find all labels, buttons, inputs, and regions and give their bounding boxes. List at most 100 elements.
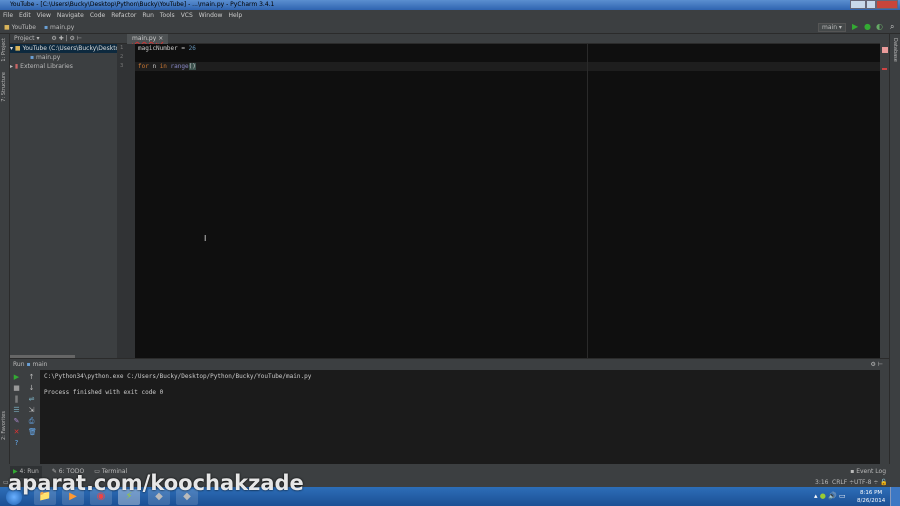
window-title: YouTube - [C:\Users\Bucky\Desktop\Python… xyxy=(10,1,275,8)
python-icon: ▪ xyxy=(26,361,31,368)
library-icon: ▮ xyxy=(14,63,19,70)
code-line-1: magicNumber = 26 xyxy=(135,44,880,53)
clock[interactable]: 8:16 PM 8/26/2014 xyxy=(857,489,885,505)
line-number: 3 xyxy=(120,63,124,69)
project-panel: Project ▾ ⚙ ✚ | ⚙ ⊢ ▾ ■ YouTube (C:\User… xyxy=(10,34,123,358)
clock-date: 8/26/2014 xyxy=(857,498,886,504)
down-arrow-icon[interactable]: ↓ xyxy=(28,385,35,392)
close-button[interactable] xyxy=(876,0,898,9)
menu-tools[interactable]: Tools xyxy=(160,10,175,21)
menu-help[interactable]: Help xyxy=(228,10,242,21)
run-panel-title: Run xyxy=(13,361,25,368)
menu-code[interactable]: Code xyxy=(90,10,105,21)
console-result: Process finished with exit code 0 xyxy=(44,389,164,396)
event-log-icon: ▪ xyxy=(850,468,855,475)
line-gutter: 1 2 3 xyxy=(117,44,135,358)
left-tool-strip: 1: Project 7: Structure 2: Favorites xyxy=(0,34,10,464)
token: for xyxy=(138,63,149,70)
breadcrumb-file-label: main.py xyxy=(50,24,75,31)
project-panel-title[interactable]: Project xyxy=(14,35,35,42)
tree-root-label: YouTube xyxy=(22,45,47,52)
menu-bar: File Edit View Navigate Code Refactor Ru… xyxy=(0,10,900,21)
project-tool-button[interactable]: 1: Project xyxy=(1,38,7,62)
python-file-icon: ▪ xyxy=(30,54,35,61)
clock-time: 8:16 PM xyxy=(860,490,883,496)
project-panel-header: Project ▾ ⚙ ✚ | ⚙ ⊢ xyxy=(10,34,117,44)
tab-label: main.py xyxy=(132,35,157,42)
menu-edit[interactable]: Edit xyxy=(19,10,31,21)
title-bar: YouTube - [C:\Users\Bucky\Desktop\Python… xyxy=(0,0,900,10)
menu-window[interactable]: Window xyxy=(199,10,223,21)
console-toolbar: ↑ ↓ ⇌ ⇲ ⎙ 🗑 xyxy=(25,370,38,464)
menu-refactor[interactable]: Refactor xyxy=(111,10,136,21)
up-arrow-icon[interactable]: ↑ xyxy=(28,374,35,381)
rerun-icon[interactable]: ▶ xyxy=(13,374,20,381)
line-separator-label: CRLF xyxy=(832,479,848,486)
editor-tabs: main.py × xyxy=(117,34,880,44)
help-icon[interactable]: ? xyxy=(13,440,20,447)
layout-icon[interactable]: ☰ xyxy=(13,407,20,414)
breadcrumb-project-label: YouTube xyxy=(11,24,36,31)
minimize-button[interactable] xyxy=(850,0,866,9)
error-mark[interactable] xyxy=(882,68,887,70)
search-icon[interactable]: ⌕ xyxy=(890,22,894,32)
menu-file[interactable]: File xyxy=(3,10,13,21)
watermark: aparat.com/koochakzade xyxy=(8,471,304,495)
print-icon[interactable]: ⎙ xyxy=(28,418,35,425)
breadcrumb-project[interactable]: ■ YouTube xyxy=(4,21,36,33)
menu-run[interactable]: Run xyxy=(142,10,154,21)
run-panel-header: Run ▪ main ⚙ ⊢ xyxy=(10,358,889,370)
maximize-button[interactable] xyxy=(866,0,876,9)
stop-icon[interactable]: ■ xyxy=(13,385,20,392)
right-margin-guide xyxy=(587,44,588,358)
tree-libs-label: External Libraries xyxy=(20,63,73,70)
menu-vcs[interactable]: VCS xyxy=(181,10,193,21)
run-icon[interactable]: ▶ xyxy=(852,22,858,31)
line-number: 2 xyxy=(120,54,124,60)
encoding-label: UTF-8 xyxy=(854,479,872,486)
breadcrumb-file[interactable]: ▪ main.py xyxy=(44,21,74,33)
error-stripe xyxy=(880,44,889,358)
python-file-icon: ▪ xyxy=(44,24,49,31)
database-tool-button[interactable]: Database xyxy=(892,38,898,62)
coverage-icon[interactable]: ◐ xyxy=(876,22,883,31)
tree-file-label: main.py xyxy=(36,54,61,61)
text-cursor-icon: I xyxy=(204,234,207,243)
show-desktop-button[interactable] xyxy=(890,487,900,506)
folder-icon: ■ xyxy=(14,45,21,52)
right-tool-strip: Database xyxy=(889,34,900,464)
code-line-3: for n in range() xyxy=(135,62,880,71)
console-command: C:\Python34\python.exe C:/Users/Bucky/De… xyxy=(44,373,312,380)
trash-icon[interactable]: 🗑 xyxy=(28,429,37,436)
caret-position[interactable]: 3:16 xyxy=(815,478,828,487)
code-editor[interactable]: magicNumber = 26 for n in range() xyxy=(135,44,880,358)
favorites-tool-button[interactable]: 2: Favorites xyxy=(1,411,7,440)
soft-wrap-icon[interactable]: ⇌ xyxy=(28,396,35,403)
lock-icon[interactable]: 🔓 xyxy=(880,478,887,487)
encoding[interactable]: UTF-8 ÷ xyxy=(854,478,878,487)
pause-icon[interactable]: ‖ xyxy=(13,396,20,403)
tab-main-py[interactable]: main.py × xyxy=(127,34,169,44)
tray-icons[interactable]: ▴ ● 🔊 ▭ xyxy=(814,492,846,500)
scroll-end-icon[interactable]: ⇲ xyxy=(28,407,35,414)
close-tab-icon[interactable]: × xyxy=(158,35,163,42)
debug-icon[interactable]: ● xyxy=(864,22,871,31)
menu-view[interactable]: View xyxy=(37,10,51,21)
structure-tool-button[interactable]: 7: Structure xyxy=(1,72,7,102)
close-icon[interactable]: ✕ xyxy=(13,429,20,436)
token: magicNumber xyxy=(138,45,178,52)
console-output[interactable]: C:\Python34\python.exe C:/Users/Bucky/De… xyxy=(40,370,880,464)
pin-icon[interactable]: ✎ xyxy=(13,418,20,425)
token: n xyxy=(148,63,160,70)
error-indicator-icon[interactable] xyxy=(881,47,888,53)
line-separator[interactable]: CRLF ÷ xyxy=(832,478,854,487)
menu-navigate[interactable]: Navigate xyxy=(57,10,84,21)
tree-item-external-libraries[interactable]: ▸ ▮ External Libraries xyxy=(10,62,117,71)
token: 26 xyxy=(188,45,196,52)
run-config-select[interactable]: main ▾ xyxy=(818,23,846,32)
tree-item-main-py[interactable]: ▪ main.py xyxy=(10,53,117,62)
folder-icon: ■ xyxy=(4,24,10,31)
tree-item-root[interactable]: ▾ ■ YouTube (C:\Users\Bucky\Desktop xyxy=(10,44,123,53)
event-log-button[interactable]: ▪ Event Log xyxy=(850,466,886,478)
run-config-name: main xyxy=(32,361,48,368)
